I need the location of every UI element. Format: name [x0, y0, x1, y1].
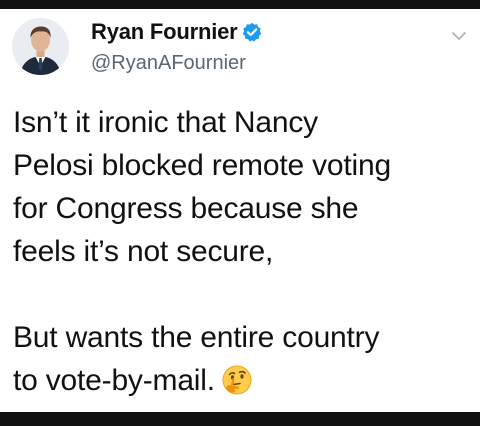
- tweet-line: Isn’t it ironic that Nancy: [13, 106, 318, 139]
- author-avatar[interactable]: [12, 18, 69, 75]
- tweet-line: Pelosi blocked remote voting: [13, 149, 391, 182]
- tweet-card: Ryan Fournier @RyanAFournier Isn’t it ir…: [0, 9, 480, 412]
- author-display-name[interactable]: Ryan Fournier: [91, 19, 238, 45]
- bottom-frame-bar: [0, 412, 480, 426]
- top-frame-bar: [0, 0, 480, 9]
- tweet-line: feels it’s not secure,: [13, 235, 274, 268]
- thinking-face-icon: [221, 364, 253, 396]
- verified-badge-icon: [242, 22, 262, 42]
- chevron-down-icon[interactable]: [451, 31, 467, 41]
- tweet-line: But wants the entire country: [13, 321, 380, 354]
- author-name-row: Ryan Fournier: [91, 17, 262, 47]
- tweet-line-text: to vote-by-mail.: [13, 364, 215, 397]
- tweet-body: Isn’t it ironic that Nancy Pelosi blocke…: [13, 101, 473, 402]
- author-handle[interactable]: @RyanAFournier: [91, 52, 246, 75]
- avatar-photo: [12, 18, 69, 75]
- tweet-line: for Congress because she: [13, 192, 359, 225]
- tweet-last-line: to vote-by-mail.: [13, 359, 473, 402]
